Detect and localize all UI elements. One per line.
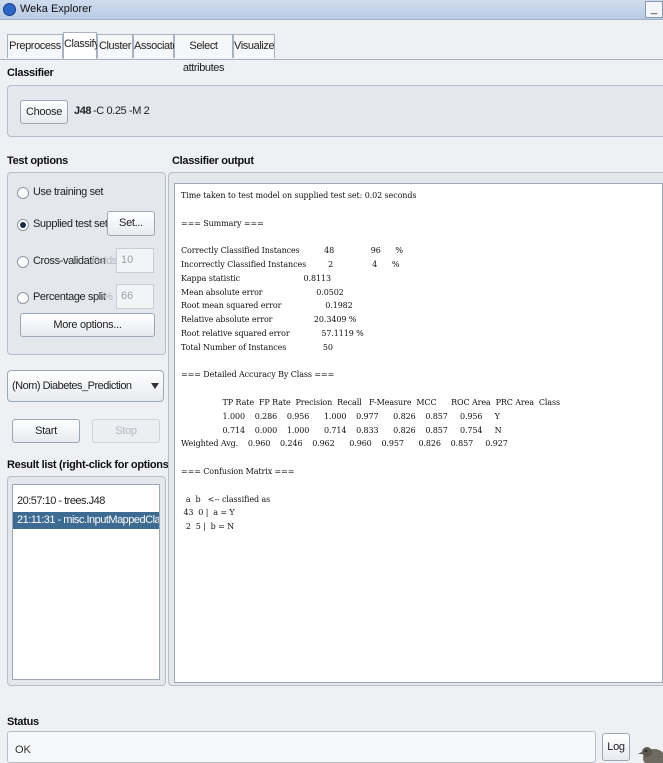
tab-associate[interactable]: Associate — [133, 34, 178, 58]
weka-app-icon — [3, 3, 16, 16]
tab-visualize[interactable]: Visualize — [233, 34, 275, 58]
percentage-field[interactable]: 66 — [116, 284, 154, 309]
test-options-panel: Use training set Supplied test set Set..… — [7, 172, 166, 355]
classifier-name[interactable]: J48 — [74, 105, 92, 117]
result-list[interactable]: 20:57:10 - trees.J48 21:11:31 - misc.Inp… — [12, 484, 160, 680]
classifier-output-text: Time taken to test model on supplied tes… — [181, 191, 560, 532]
result-list-item-selected[interactable]: 21:11:31 - misc.InputMappedClassifier — [13, 512, 159, 529]
folds-label: Folds — [92, 255, 117, 267]
tab-bar: Preprocess Classify Cluster Associate Se… — [0, 20, 663, 74]
tab-cluster[interactable]: Cluster — [97, 34, 133, 58]
percentage-split-label[interactable]: Percentage split — [33, 291, 106, 303]
title-bar: Weka Explorer _ — [0, 0, 663, 20]
classifier-panel: Choose J48 -C 0.25 -M 2 — [7, 85, 663, 137]
stop-button: Stop — [92, 419, 160, 443]
classifier-output-section-label: Classifier output — [172, 155, 254, 167]
weka-bird-icon[interactable] — [638, 742, 663, 763]
cross-validation-radio[interactable] — [17, 256, 29, 268]
set-test-set-button[interactable]: Set... — [107, 211, 155, 236]
choose-button[interactable]: Choose — [20, 100, 68, 124]
status-text: OK — [15, 744, 31, 756]
tab-divider — [0, 59, 663, 60]
tab-preprocess[interactable]: Preprocess — [7, 34, 63, 58]
class-attribute-value: (Nom) Diabetes_Prediction — [12, 380, 132, 392]
test-options-section-label: Test options — [7, 155, 68, 167]
percent-sign-label: % — [103, 291, 113, 303]
percentage-split-radio[interactable] — [17, 292, 29, 304]
result-list-item[interactable]: 20:57:10 - trees.J48 — [13, 493, 159, 510]
classifier-options[interactable]: -C 0.25 -M 2 — [93, 105, 150, 117]
tab-classify[interactable]: Classify — [63, 32, 100, 59]
status-section-label: Status — [7, 716, 39, 728]
folds-field[interactable]: 10 — [116, 248, 154, 273]
more-options-button[interactable]: More options... — [20, 313, 155, 337]
classifier-section-label: Classifier — [7, 67, 54, 79]
use-training-set-label[interactable]: Use training set — [33, 186, 103, 198]
supplied-test-set-label[interactable]: Supplied test set — [33, 218, 108, 230]
class-attribute-select[interactable]: (Nom) Diabetes_Prediction — [7, 370, 164, 402]
chevron-down-icon — [151, 383, 159, 389]
start-button[interactable]: Start — [12, 419, 80, 443]
result-list-section-label: Result list (right-click for options) — [7, 459, 172, 471]
window-title: Weka Explorer — [20, 3, 92, 15]
log-button[interactable]: Log — [602, 733, 630, 761]
use-training-set-radio[interactable] — [17, 187, 29, 199]
tab-select-attributes[interactable]: Select attributes — [174, 34, 233, 74]
supplied-test-set-radio[interactable] — [17, 219, 29, 231]
minimize-button[interactable]: _ — [645, 1, 663, 18]
status-bar: OK — [7, 731, 596, 763]
classifier-output-text-area[interactable]: Time taken to test model on supplied tes… — [174, 183, 663, 683]
